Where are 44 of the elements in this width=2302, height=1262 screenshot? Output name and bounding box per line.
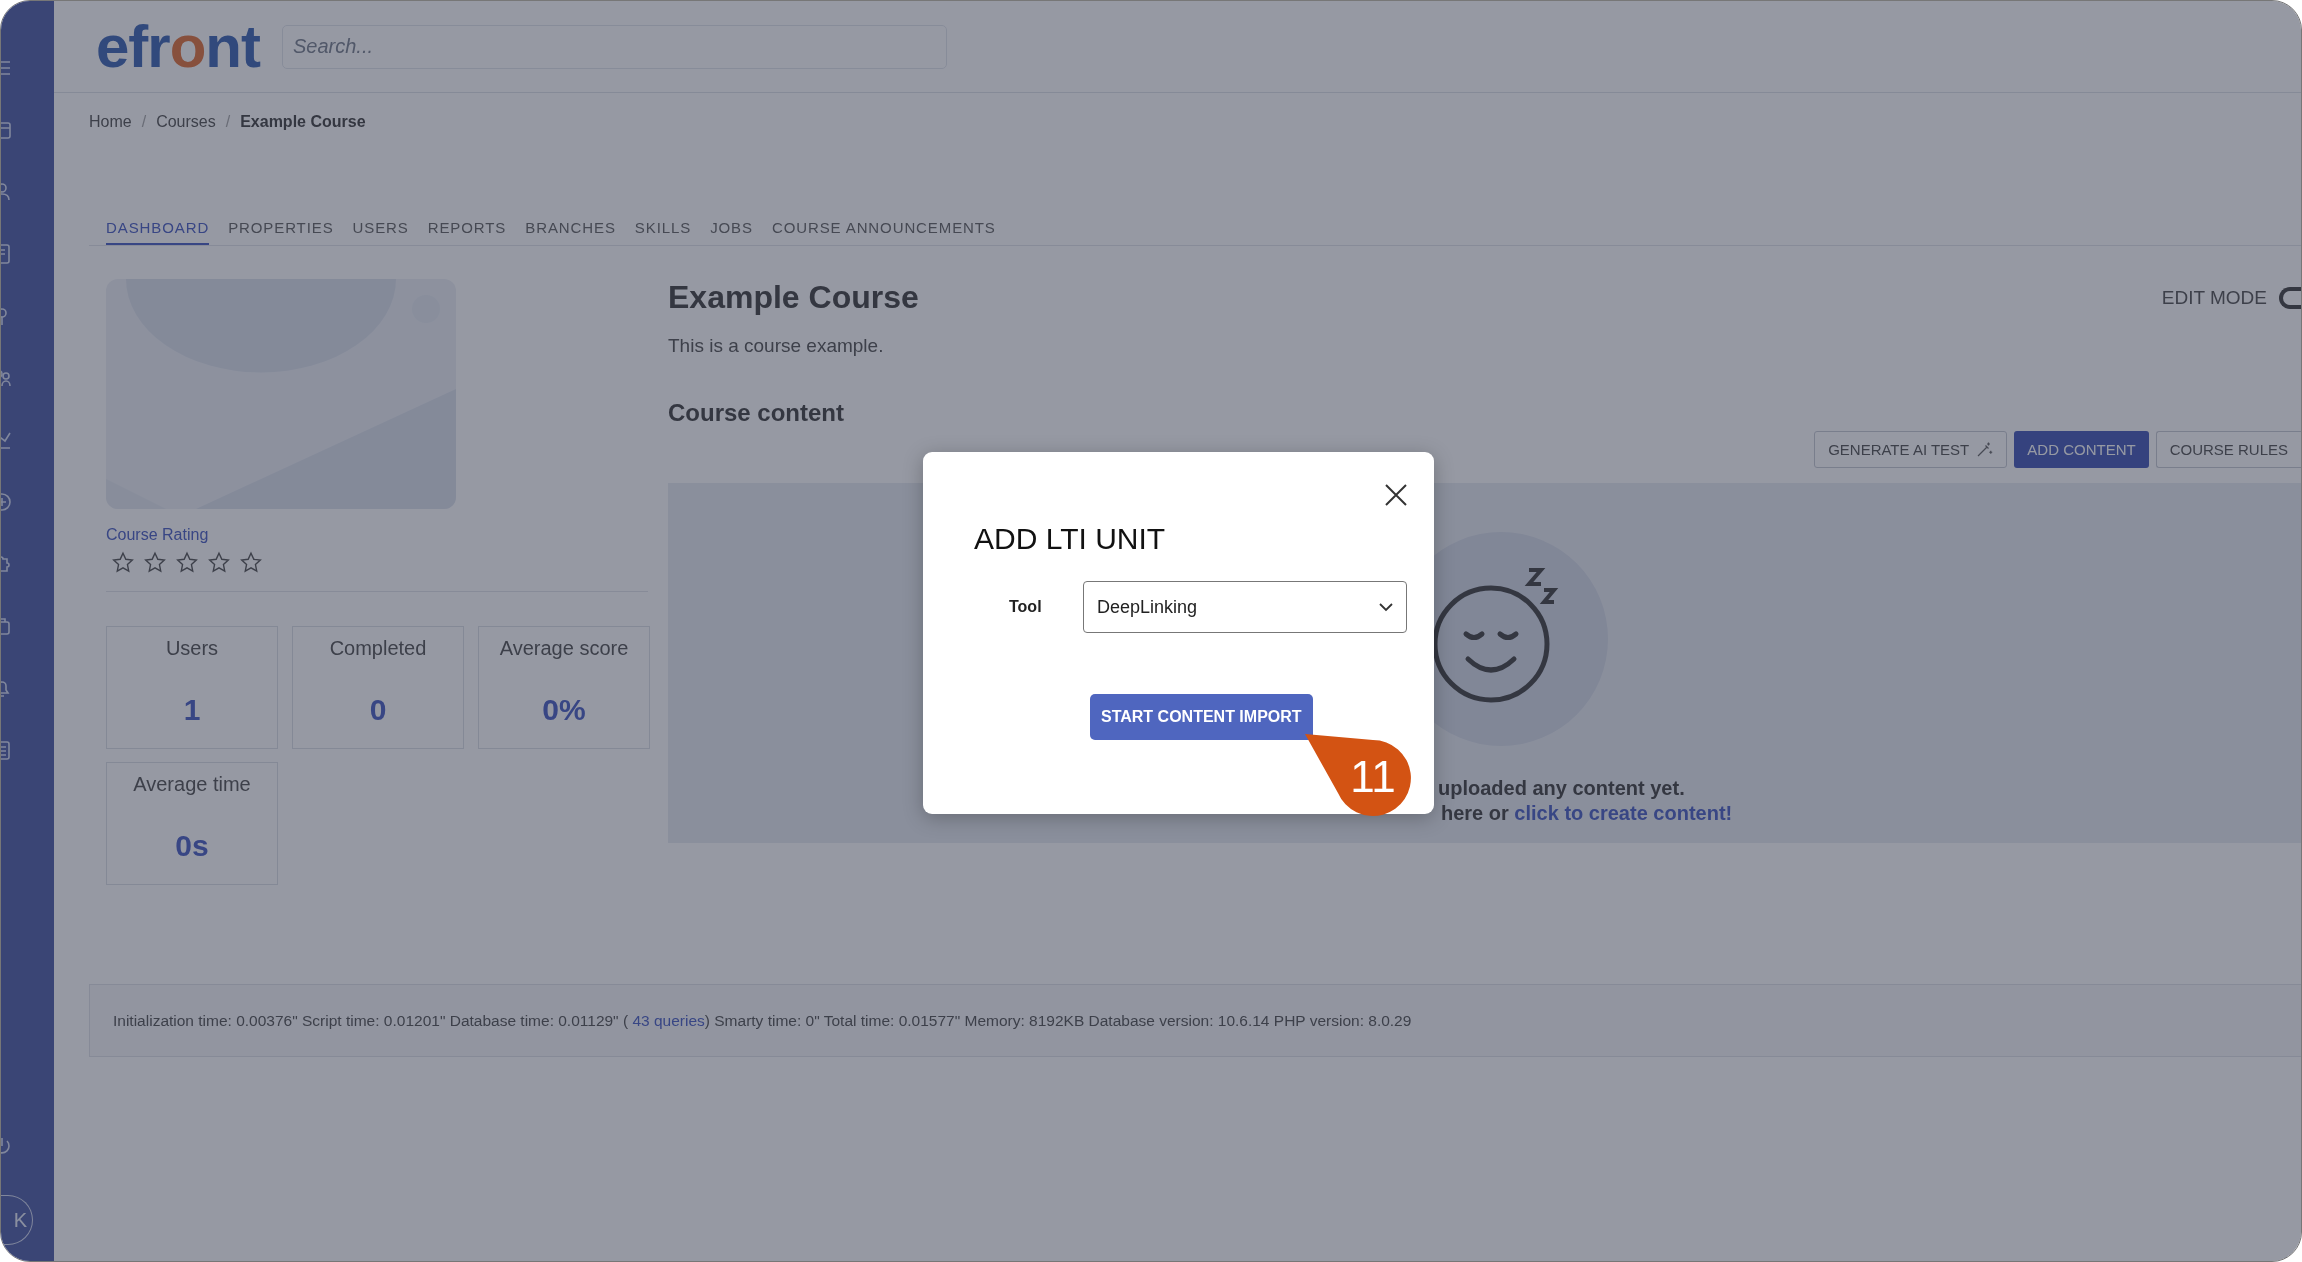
breadcrumb-current: Example Course	[240, 113, 366, 131]
tab[interactable]: PROPERTIES	[228, 219, 334, 245]
rating-label: Course Rating	[106, 526, 210, 544]
tab[interactable]: JOBS	[710, 219, 753, 245]
close-icon[interactable]	[1383, 482, 1409, 508]
section-heading: Course content	[668, 399, 845, 427]
chevron-down-icon	[1379, 602, 1393, 612]
stat-value: 0	[369, 693, 387, 727]
stat-value: 1	[183, 693, 201, 727]
breadcrumb-separator: /	[141, 113, 147, 131]
tab[interactable]: DASHBOARD	[106, 219, 210, 245]
debug-info: Initialization time: 0.00376" Script time: 0.01201" Database time: 0.01129" ( 43 queries) Smarty time: 0" Total time: 0.01577" Memory: 8192KB Database version: 10.6.14 PHP version: 8.0.29	[113, 1011, 1412, 1030]
tab[interactable]: SKILLS	[634, 219, 692, 245]
tab[interactable]: COURSE ANNOUNCEMENTS	[771, 219, 996, 245]
breadcrumb-separator: /	[225, 113, 231, 131]
action-button[interactable]: ADD CONTENT	[2014, 431, 2149, 468]
empty-state-text: uploaded any content yet.	[1438, 777, 1685, 800]
start-import-button[interactable]: START CONTENT IMPORT	[1090, 694, 1313, 740]
course-title: Example Course	[668, 279, 919, 316]
stat-label: Average score	[499, 637, 629, 660]
action-button[interactable]: GENERATE AI TEST	[1814, 431, 2008, 468]
stat-label: Average time	[133, 773, 251, 796]
tab[interactable]: USERS	[352, 219, 409, 245]
course-description: This is a course example.	[668, 335, 885, 357]
stat-label: Users	[165, 637, 219, 660]
logo[interactable]: efront	[96, 16, 260, 77]
stat-value: 0%	[542, 693, 586, 727]
queries-link[interactable]: 43 queries	[632, 1011, 705, 1029]
search-field[interactable]: Search...	[282, 24, 947, 69]
action-button[interactable]: COURSE RULES	[2155, 431, 2301, 468]
breadcrumb-link[interactable]: Courses	[156, 113, 216, 131]
stat-label: Completed	[329, 637, 427, 660]
tab[interactable]: REPORTS	[427, 219, 507, 245]
magic-wand-icon	[1975, 440, 1994, 459]
create-content-link[interactable]: click to create content!	[1514, 802, 1733, 824]
field-label: Tool	[1009, 598, 1043, 616]
modal-title: ADD LTI UNIT	[974, 522, 1167, 556]
tab[interactable]: BRANCHES	[525, 219, 616, 245]
tool-select[interactable]: DeepLinking	[1083, 581, 1407, 633]
stat-value: 0s	[175, 829, 209, 863]
empty-state-hint: here or click to create content!	[1441, 802, 1733, 825]
breadcrumb-link[interactable]: Home	[89, 113, 132, 131]
edit-mode-label: EDIT MODE	[2161, 286, 2267, 309]
edit-mode-toggle[interactable]	[2279, 286, 2301, 309]
